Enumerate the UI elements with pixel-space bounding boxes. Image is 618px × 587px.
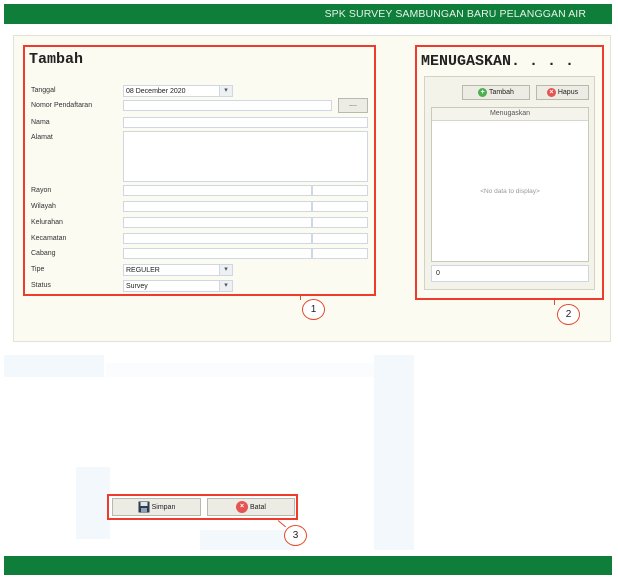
- label-wilayah: Wilayah: [31, 203, 56, 210]
- tipe-select[interactable]: REGULER ▾: [123, 264, 233, 276]
- label-nomor-pendaftaran: Nomor Pendaftaran: [31, 102, 93, 109]
- label-tipe: Tipe: [31, 266, 45, 273]
- floppy-disk-icon: [138, 501, 150, 513]
- tanggal-value: 08 December 2020: [126, 88, 186, 95]
- cancel-label: Batal: [249, 504, 266, 511]
- lower-content-area: [0, 355, 618, 555]
- callout-2-marker: 2: [557, 304, 580, 325]
- wilayah-input[interactable]: [123, 201, 312, 212]
- action-bar: Simpan × Batal: [107, 494, 298, 520]
- tanggal-date-picker[interactable]: 08 December 2020 ▾: [123, 85, 233, 97]
- chevron-down-icon[interactable]: ▾: [219, 265, 232, 275]
- label-kelurahan: Kelurahan: [31, 219, 63, 226]
- cabang-input[interactable]: [123, 248, 312, 259]
- label-status: Status: [31, 282, 51, 289]
- cancel-button[interactable]: × Batal: [207, 498, 295, 516]
- callout-2-connector: [554, 300, 555, 305]
- assign-count-field[interactable]: 0: [431, 265, 589, 282]
- rayon-input[interactable]: [123, 185, 312, 196]
- top-title-bar: SPK SURVEY SAMBUNGAN BARU PELANGGAN AIR: [4, 4, 612, 24]
- pale-block: [374, 355, 414, 550]
- form-section: Tambah Tanggal 08 December 2020 ▾ Nomor …: [23, 45, 376, 296]
- label-kecamatan: Kecamatan: [31, 235, 67, 242]
- kecamatan-input[interactable]: [123, 233, 312, 244]
- grid-empty-message: <No data to display>: [480, 188, 540, 195]
- kelurahan-name-field[interactable]: [312, 217, 368, 228]
- assign-add-button[interactable]: + Tambah: [462, 85, 530, 100]
- x-circle-icon: ×: [236, 501, 249, 514]
- label-tanggal: Tanggal: [31, 87, 56, 94]
- bottom-bar: [4, 556, 612, 575]
- wilayah-name-field[interactable]: [312, 201, 368, 212]
- save-label: Simpan: [151, 504, 176, 511]
- callout-1-marker: 1: [302, 299, 325, 320]
- assign-add-label: Tambah: [488, 89, 514, 96]
- plus-circle-icon: +: [478, 87, 488, 97]
- kelurahan-input[interactable]: [123, 217, 312, 228]
- pale-block: [106, 363, 374, 377]
- assign-grid[interactable]: Menugaskan <No data to display>: [431, 107, 589, 262]
- assign-delete-label: Hapus: [557, 89, 579, 96]
- label-rayon: Rayon: [31, 187, 52, 194]
- pale-block: [4, 355, 104, 377]
- pale-block: [200, 530, 295, 550]
- chevron-down-icon[interactable]: ▾: [219, 86, 232, 96]
- pale-block: [76, 467, 110, 539]
- tipe-value: REGULER: [126, 267, 160, 274]
- status-value: Survey: [126, 283, 148, 290]
- alamat-textarea[interactable]: [123, 131, 368, 182]
- x-circle-icon: ×: [546, 87, 556, 97]
- label-cabang: Cabang: [31, 250, 56, 257]
- status-select[interactable]: Survey ▾: [123, 280, 233, 292]
- assign-section: MENUGASKAN. . . . + Tambah × Hapus Menug…: [415, 45, 604, 300]
- nama-input[interactable]: [123, 117, 368, 128]
- grid-header-menugaskan[interactable]: Menugaskan: [432, 108, 588, 121]
- chevron-down-icon[interactable]: ▾: [219, 281, 232, 291]
- save-button[interactable]: Simpan: [112, 498, 201, 516]
- label-nama: Nama: [31, 119, 50, 126]
- label-alamat: Alamat: [31, 134, 53, 141]
- cabang-name-field[interactable]: [312, 248, 368, 259]
- form-heading: Tambah: [29, 51, 84, 68]
- assign-delete-button[interactable]: × Hapus: [536, 85, 589, 100]
- callout-3-marker: 3: [284, 525, 307, 546]
- kecamatan-name-field[interactable]: [312, 233, 368, 244]
- rayon-name-field[interactable]: [312, 185, 368, 196]
- assign-heading: MENUGASKAN. . . .: [421, 53, 575, 70]
- nomor-pendaftaran-input[interactable]: [123, 100, 332, 111]
- callout-1-connector: [300, 296, 301, 300]
- app-title: SPK SURVEY SAMBUNGAN BARU PELANGGAN AIR: [324, 8, 586, 20]
- nomor-lookup-button[interactable]: ....: [338, 98, 368, 113]
